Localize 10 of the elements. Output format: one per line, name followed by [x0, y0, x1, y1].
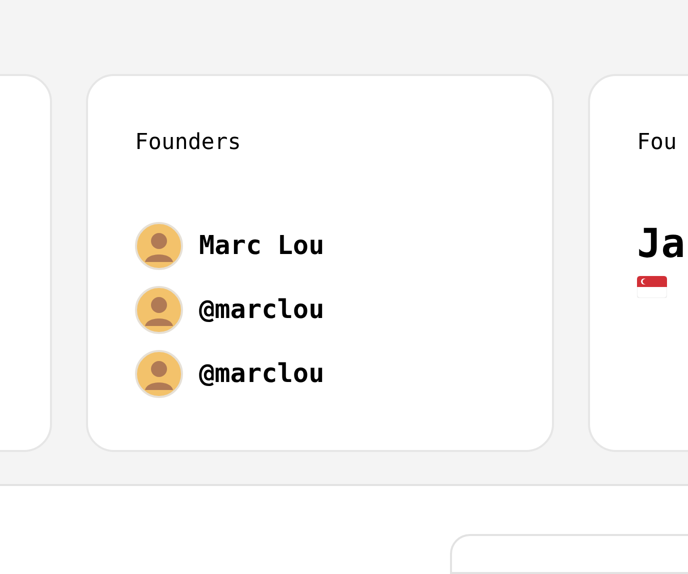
founder-name: @marclou: [199, 358, 324, 390]
avatar-icon: [135, 350, 183, 398]
card-title: Fou: [637, 129, 678, 157]
profile-name: Ja: [637, 220, 686, 268]
founder-name: Marc Lou: [199, 230, 324, 262]
card-title: Founders: [135, 129, 242, 157]
flag-icon: [637, 276, 667, 298]
founder-name: @marclou: [199, 294, 324, 326]
avatar-icon: [135, 286, 183, 334]
avatar-icon: [135, 222, 183, 270]
